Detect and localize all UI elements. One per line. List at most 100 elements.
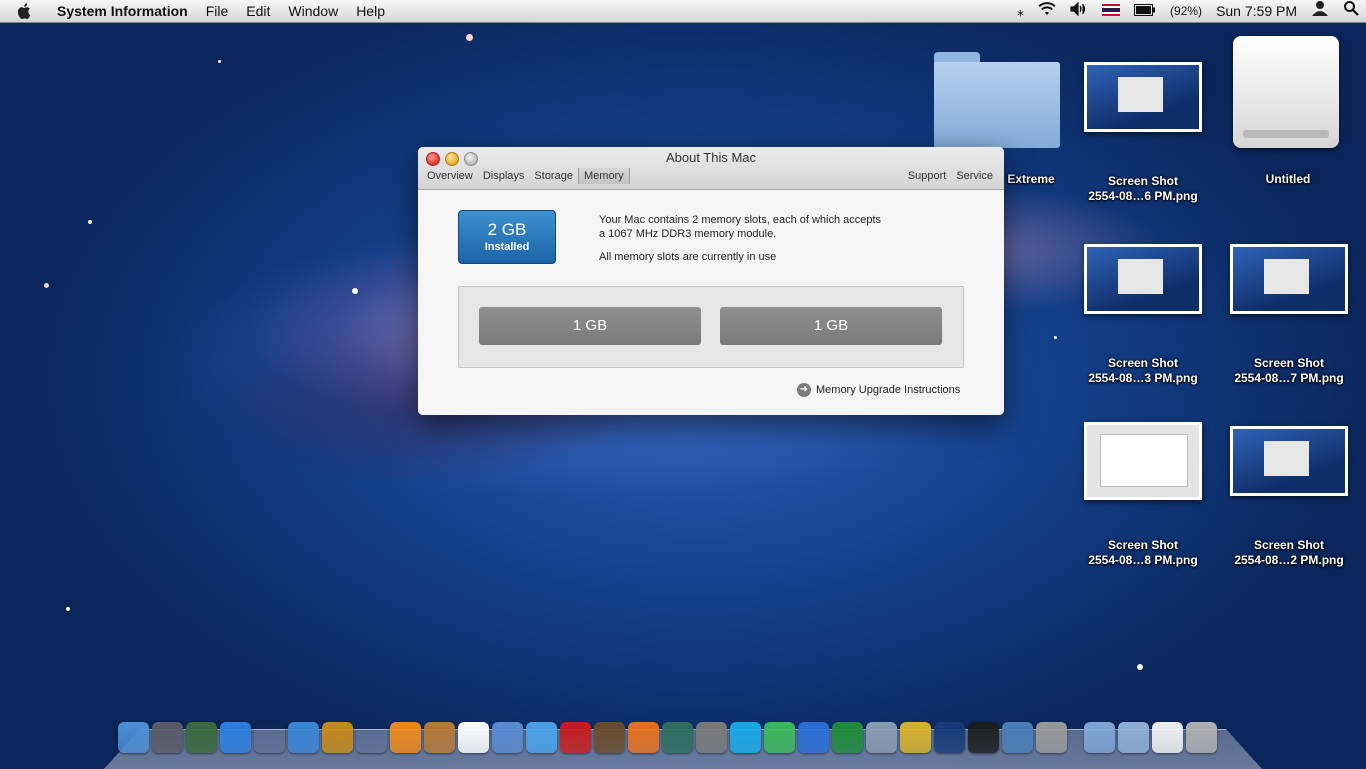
iphoto-icon[interactable] bbox=[492, 722, 523, 753]
volume-icon[interactable] bbox=[1063, 0, 1095, 22]
applications-folder-icon[interactable] bbox=[1084, 722, 1115, 753]
pineapple-icon[interactable] bbox=[322, 722, 353, 753]
input-source-flag-icon[interactable] bbox=[1095, 0, 1127, 22]
memory-upgrade-link[interactable]: ➜ Memory Upgrade Instructions bbox=[797, 383, 960, 397]
star bbox=[466, 34, 473, 41]
arrow-right-icon: ➜ bbox=[797, 383, 811, 397]
battery-percentage[interactable]: (92%) bbox=[1163, 0, 1209, 22]
memory-panel: 2 GB Installed Your Mac contains 2 memor… bbox=[418, 190, 1004, 415]
dock bbox=[118, 722, 1220, 758]
memory-slot-1: 1 GB bbox=[479, 307, 701, 345]
activity-monitor-icon[interactable] bbox=[968, 722, 999, 753]
menu-bar: System Information File Edit Window Help… bbox=[0, 0, 1366, 23]
tab-support[interactable]: Support bbox=[903, 170, 952, 182]
trash-icon[interactable] bbox=[1186, 722, 1217, 753]
menu-file[interactable]: File bbox=[197, 0, 238, 22]
star bbox=[44, 283, 49, 288]
time-machine-icon[interactable] bbox=[662, 722, 693, 753]
utility-icon[interactable] bbox=[1036, 722, 1067, 753]
installed-memory-badge: 2 GB Installed bbox=[458, 210, 556, 264]
menu-extras: ⁎ (92%) Sun 7:59 PM bbox=[1010, 0, 1366, 22]
photoshop-icon[interactable] bbox=[934, 722, 965, 753]
word-icon[interactable] bbox=[798, 722, 829, 753]
folder-icon[interactable] bbox=[934, 52, 1060, 148]
installed-amount: 2 GB bbox=[487, 220, 527, 239]
menu-clock[interactable]: Sun 7:59 PM bbox=[1209, 0, 1304, 22]
vlc-icon[interactable] bbox=[390, 722, 421, 753]
safari-icon[interactable] bbox=[288, 722, 319, 753]
drive-label[interactable]: Untitled bbox=[1218, 172, 1358, 186]
screenshot-thumbnail bbox=[1230, 426, 1348, 496]
menu-window[interactable]: Window bbox=[279, 0, 347, 22]
memory-slot-2: 1 GB bbox=[720, 307, 942, 345]
dashboard-icon[interactable] bbox=[254, 722, 285, 753]
tab-bar: Overview Displays Storage Memory bbox=[422, 168, 630, 184]
red-app-icon[interactable] bbox=[560, 722, 591, 753]
drive-label-text: Untitled bbox=[1265, 172, 1311, 186]
menu-edit[interactable]: Edit bbox=[237, 0, 279, 22]
battery-icon[interactable] bbox=[1127, 0, 1163, 22]
desktop-file-screenshot-1[interactable]: Screen Shot 2554-08…6 PM.png bbox=[1073, 62, 1213, 204]
star bbox=[1054, 336, 1057, 339]
memory-description: Your Mac contains 2 memory slots, each o… bbox=[599, 213, 929, 264]
stickies-icon[interactable] bbox=[900, 722, 931, 753]
skype-icon[interactable] bbox=[730, 722, 761, 753]
file-label: Screen Shot 2554-08…7 PM.png bbox=[1234, 356, 1344, 385]
address-book-icon[interactable] bbox=[424, 722, 455, 753]
screenshot-thumbnail bbox=[1084, 422, 1202, 500]
mission-control-icon[interactable] bbox=[186, 722, 217, 753]
firefox-icon[interactable] bbox=[628, 722, 659, 753]
image-capture-icon[interactable] bbox=[594, 722, 625, 753]
app-store-icon[interactable] bbox=[220, 722, 251, 753]
menu-app-name[interactable]: System Information bbox=[48, 0, 197, 22]
ical-icon[interactable] bbox=[458, 722, 489, 753]
file-label: Screen Shot 2554-08…6 PM.png bbox=[1088, 174, 1198, 203]
memory-slots-panel: 1 GB 1 GB bbox=[458, 286, 964, 368]
screenshot-thumbnail bbox=[1230, 244, 1348, 314]
wifi-icon[interactable] bbox=[1031, 0, 1063, 22]
tab-displays[interactable]: Displays bbox=[478, 168, 530, 184]
finder-icon[interactable] bbox=[118, 722, 149, 753]
itunes-icon[interactable] bbox=[526, 722, 557, 753]
excel-icon[interactable] bbox=[832, 722, 863, 753]
user-icon[interactable] bbox=[1304, 0, 1336, 22]
star bbox=[352, 288, 358, 294]
tab-memory[interactable]: Memory bbox=[577, 168, 630, 184]
window-title: About This Mac bbox=[665, 150, 757, 165]
messenger-icon[interactable] bbox=[764, 722, 795, 753]
clapperboard-icon[interactable] bbox=[356, 722, 387, 753]
description-line-2: a 1067 MHz DDR3 memory module. bbox=[599, 228, 777, 240]
documents-folder-icon[interactable] bbox=[1118, 722, 1149, 753]
star bbox=[1137, 664, 1143, 670]
screenshot-thumbnail bbox=[1084, 62, 1202, 132]
tab-storage[interactable]: Storage bbox=[529, 168, 578, 184]
document-icon[interactable] bbox=[1152, 722, 1183, 753]
tab-bar-right: Support Service bbox=[903, 170, 998, 182]
preview-icon[interactable] bbox=[1002, 722, 1033, 753]
launchpad-icon[interactable] bbox=[152, 722, 183, 753]
desktop-file-screenshot-5[interactable]: Screen Shot 2554-08…2 PM.png bbox=[1219, 426, 1359, 568]
apple-menu-icon[interactable] bbox=[16, 2, 34, 20]
file-label: Screen Shot 2554-08…8 PM.png bbox=[1088, 538, 1198, 567]
window-titlebar[interactable]: About This Mac Overview Displays Storage… bbox=[418, 147, 1004, 190]
facetime-icon[interactable] bbox=[866, 722, 897, 753]
desktop-file-screenshot-4[interactable]: Screen Shot 2554-08…8 PM.png bbox=[1073, 422, 1213, 568]
memory-status: All memory slots are currently in use bbox=[599, 251, 777, 263]
desktop-file-screenshot-3[interactable]: Screen Shot 2554-08…7 PM.png bbox=[1219, 244, 1359, 386]
file-label: Screen Shot 2554-08…3 PM.png bbox=[1088, 356, 1198, 385]
installed-label: Installed bbox=[484, 241, 530, 253]
file-label: Screen Shot 2554-08…2 PM.png bbox=[1234, 538, 1344, 567]
description-line-1: Your Mac contains 2 memory slots, each o… bbox=[599, 214, 882, 226]
external-drive-icon[interactable] bbox=[1233, 36, 1343, 151]
tab-overview[interactable]: Overview bbox=[422, 168, 478, 184]
bluetooth-icon[interactable]: ⁎ bbox=[1010, 0, 1031, 22]
desktop-file-screenshot-2[interactable]: Screen Shot 2554-08…3 PM.png bbox=[1073, 244, 1213, 386]
about-this-mac-window: About This Mac Overview Displays Storage… bbox=[418, 147, 1004, 415]
menu-help[interactable]: Help bbox=[347, 0, 394, 22]
tab-service[interactable]: Service bbox=[951, 170, 998, 182]
star bbox=[88, 220, 92, 224]
screenshot-thumbnail bbox=[1084, 244, 1202, 314]
system-preferences-icon[interactable] bbox=[696, 722, 727, 753]
spotlight-search-icon[interactable] bbox=[1336, 0, 1366, 22]
memory-upgrade-label: Memory Upgrade Instructions bbox=[816, 384, 961, 396]
